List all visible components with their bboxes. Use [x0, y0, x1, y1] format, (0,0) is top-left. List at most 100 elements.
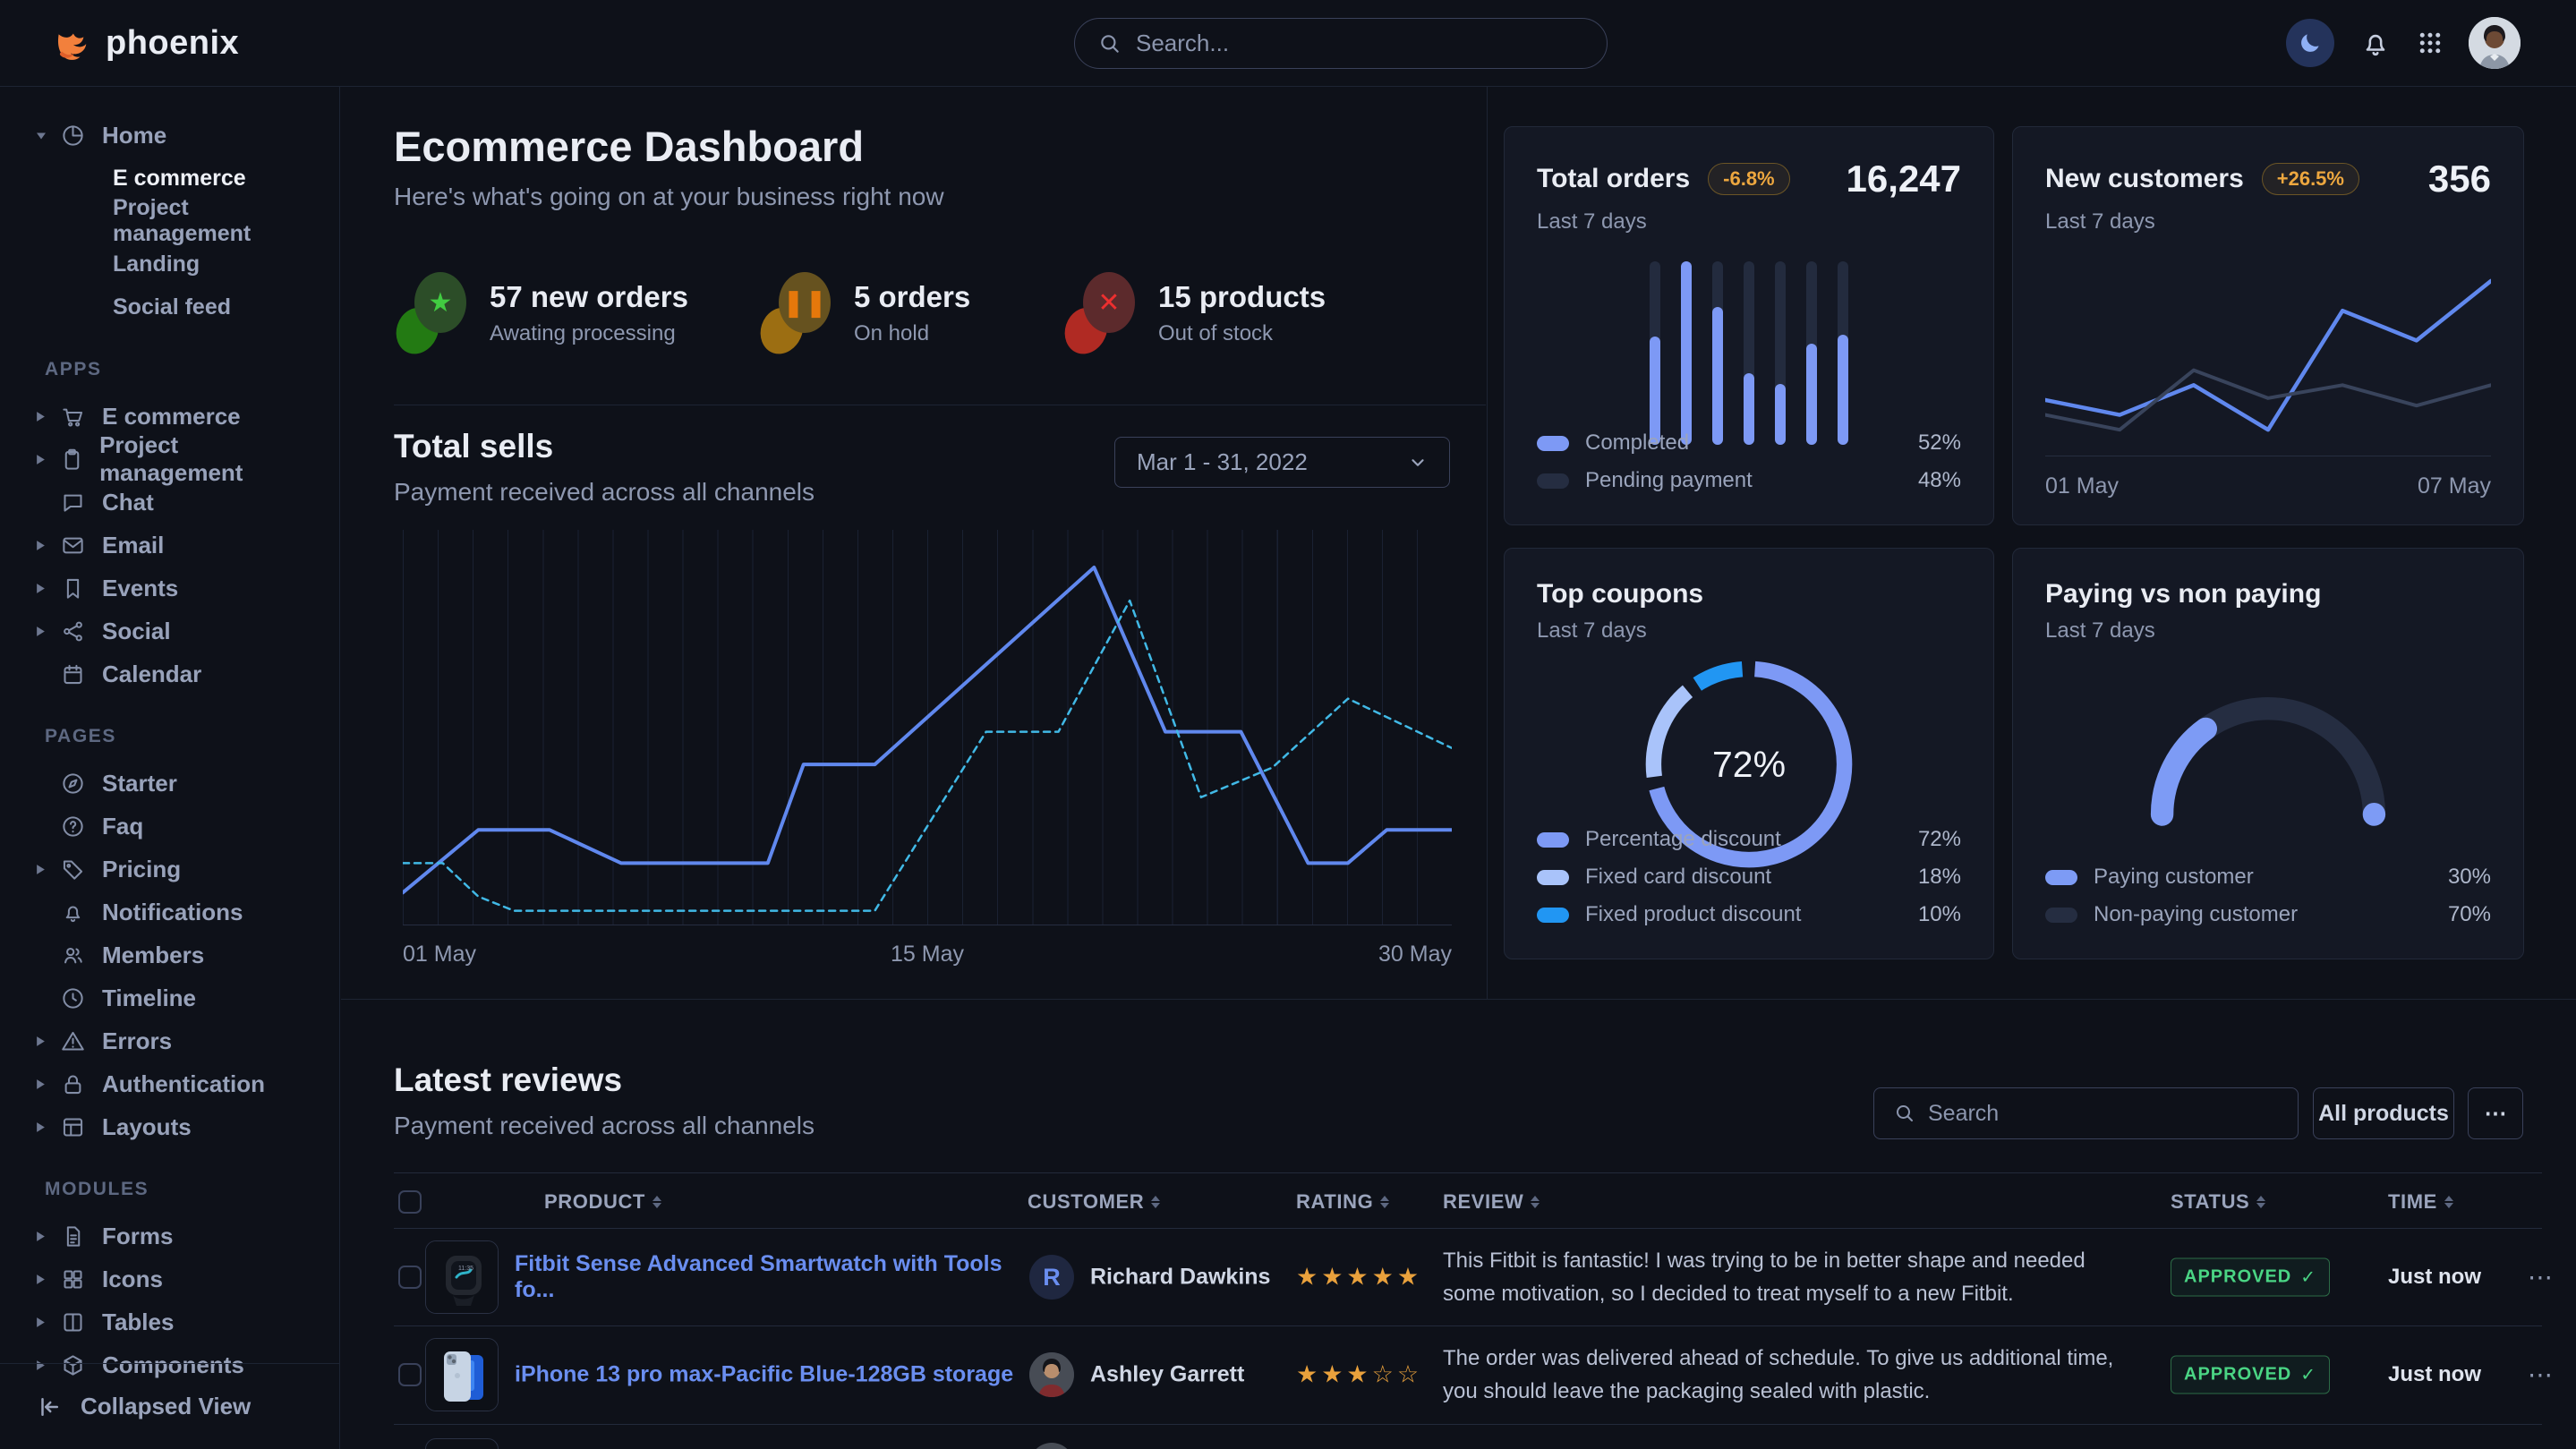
out-of-stock-x-icon: ✕: [1065, 272, 1135, 354]
legend-label: Completed: [1585, 430, 1689, 456]
sidebar-item-project-management[interactable]: Project management: [36, 438, 312, 481]
stat-label: On hold: [854, 321, 970, 346]
sidebar-subitem-e-commerce[interactable]: E commerce: [36, 157, 312, 200]
sidebar-item-email[interactable]: Email: [36, 524, 312, 567]
review-time: Just now: [2388, 1265, 2481, 1290]
column-header-rating[interactable]: RATING: [1296, 1190, 1389, 1214]
product-thumbnail[interactable]: [425, 1438, 499, 1449]
legend-value: 18%: [1918, 865, 1961, 890]
brand-name: phoenix: [106, 24, 239, 63]
bar-track: [1712, 261, 1723, 445]
check-icon: ✓: [2300, 1364, 2316, 1386]
bar-fill: [1681, 261, 1692, 445]
sidebar-subitem-landing[interactable]: Landing: [36, 243, 312, 286]
legend-value: 48%: [1918, 468, 1961, 493]
apps-grid-button[interactable]: [2417, 30, 2444, 56]
customer-avatar-initial[interactable]: R: [1029, 1255, 1074, 1300]
row-more-button[interactable]: ⋯: [2528, 1360, 2555, 1390]
reviews-table-header: PRODUCT CUSTOMER RATING REVIEW STATUS TI…: [394, 1174, 2542, 1230]
sidebar-item-layouts[interactable]: Layouts: [36, 1105, 312, 1148]
sidebar-item-events[interactable]: Events: [36, 567, 312, 609]
legend-value: 72%: [1918, 827, 1961, 852]
column-header-review[interactable]: REVIEW: [1443, 1190, 1540, 1214]
chevron-right-icon: [36, 454, 46, 465]
column-header-customer[interactable]: CUSTOMER: [1028, 1190, 1160, 1214]
sidebar-section-label: MODULES: [45, 1179, 312, 1200]
sort-icon: [653, 1196, 661, 1208]
chat-icon: [61, 490, 88, 515]
chevron-right-icon: [36, 1078, 47, 1090]
brand-logo[interactable]: phoenix: [50, 22, 239, 64]
sidebar-item-forms[interactable]: Forms: [36, 1215, 312, 1257]
status-badge: APPROVED ✓: [2171, 1258, 2330, 1297]
sidebar-subitem-project-management[interactable]: Project management: [36, 200, 312, 243]
sidebar-item-faq[interactable]: Faq: [36, 805, 312, 848]
legend-value: 10%: [1918, 902, 1961, 927]
sidebar-item-icons[interactable]: Icons: [36, 1257, 312, 1300]
card-new-customers: New customers +26.5% 356 Last 7 days 01 …: [2012, 126, 2524, 525]
sidebar-item-home[interactable]: Home: [36, 114, 312, 157]
chevron-right-icon: [36, 1317, 47, 1328]
global-search[interactable]: [1074, 18, 1608, 69]
collapsed-view-toggle[interactable]: Collapsed View: [0, 1363, 339, 1449]
theme-toggle-button[interactable]: [2286, 19, 2334, 67]
sidebar-item-members[interactable]: Members: [36, 933, 312, 976]
user-avatar[interactable]: [2469, 17, 2521, 69]
date-range-select[interactable]: Mar 1 - 31, 2022: [1114, 437, 1450, 488]
stat-value: 5 orders: [854, 280, 970, 314]
customers-current-line: [2045, 281, 2491, 430]
bar-track: [1744, 261, 1754, 445]
x-tick: 01 May: [403, 942, 476, 967]
select-all-checkbox[interactable]: [398, 1190, 422, 1214]
customer-avatar-photo[interactable]: [1029, 1443, 1074, 1449]
legend-swatch: [1537, 870, 1569, 885]
gauge-svg: [2138, 676, 2398, 828]
product-link[interactable]: iPhone 13 pro max-Pacific Blue-128GB sto…: [515, 1362, 1016, 1388]
row-checkbox[interactable]: [398, 1363, 422, 1386]
more-options-button[interactable]: ⋯: [2468, 1087, 2523, 1139]
help-circle-icon: [61, 814, 88, 839]
sidebar-item-social[interactable]: Social: [36, 609, 312, 652]
sidebar-item-tables[interactable]: Tables: [36, 1300, 312, 1343]
nine-dots-grid-icon: [2417, 30, 2444, 56]
sidebar-item-calendar[interactable]: Calendar: [36, 652, 312, 695]
sidebar-item-pricing[interactable]: Pricing: [36, 848, 312, 891]
notifications-button[interactable]: [2359, 27, 2392, 59]
calendar-icon: [61, 662, 88, 686]
sidebar-item-chat[interactable]: Chat: [36, 481, 312, 524]
share-icon: [61, 619, 88, 644]
column-header-time[interactable]: TIME: [2388, 1190, 2453, 1214]
search-input[interactable]: [1136, 30, 1583, 57]
column-header-status[interactable]: STATUS: [2171, 1190, 2265, 1214]
row-more-button[interactable]: ⋯: [2528, 1263, 2555, 1292]
product-thumbnail-iphone[interactable]: [425, 1338, 499, 1411]
search-icon: [1098, 32, 1122, 55]
x-tick: 30 May: [1378, 942, 1452, 967]
card-total-orders: Total orders -6.8% 16,247 Last 7 days Co…: [1504, 126, 1994, 525]
sort-icon: [1151, 1196, 1160, 1208]
sidebar-item-notifications[interactable]: Notifications: [36, 891, 312, 933]
customer-avatar-photo[interactable]: [1029, 1352, 1074, 1397]
top-navbar: phoenix: [0, 0, 2576, 87]
card-period: Last 7 days: [2045, 618, 2491, 644]
sidebar-section-label: PAGES: [45, 726, 312, 747]
sidebar-item-authentication[interactable]: Authentication: [36, 1062, 312, 1105]
sidebar-item-starter[interactable]: Starter: [36, 762, 312, 805]
svg-text:11:35: 11:35: [458, 1266, 473, 1272]
row-checkbox[interactable]: [398, 1266, 422, 1289]
sidebar-item-label: Timeline: [102, 984, 196, 1012]
sidebar-subitem-social-feed[interactable]: Social feed: [36, 286, 312, 328]
all-products-button[interactable]: All products: [2313, 1087, 2454, 1139]
table-top-border: [394, 1172, 2542, 1173]
legend-swatch: [1537, 908, 1569, 923]
column-header-product[interactable]: PRODUCT: [544, 1190, 661, 1214]
sidebar-item-timeline[interactable]: Timeline: [36, 976, 312, 1019]
customers-x-axis: 01 May 07 May: [2045, 473, 2491, 499]
product-thumbnail-fitbit[interactable]: 11:35: [425, 1240, 499, 1314]
customers-chart-svg: [2045, 270, 2491, 463]
sidebar-item-errors[interactable]: Errors: [36, 1019, 312, 1062]
column-label: RATING: [1296, 1190, 1373, 1214]
reviews-search-input[interactable]: [1928, 1101, 2278, 1127]
reviews-search[interactable]: [1873, 1087, 2299, 1139]
product-link[interactable]: Fitbit Sense Advanced Smartwatch with To…: [515, 1251, 1016, 1303]
